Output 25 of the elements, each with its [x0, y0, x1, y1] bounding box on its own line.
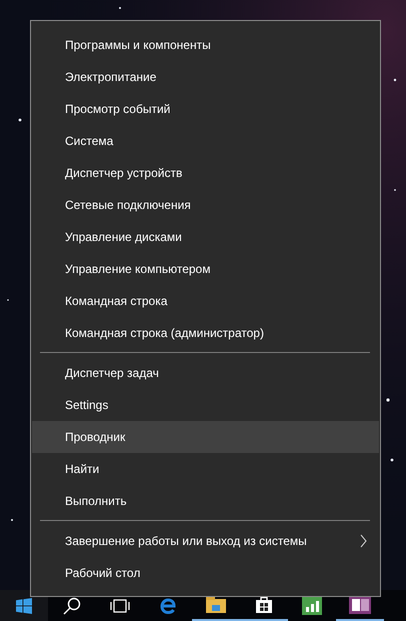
- menu-item[interactable]: Рабочий стол: [32, 557, 379, 589]
- menu-item[interactable]: Командная строка: [32, 285, 379, 317]
- menu-item[interactable]: Электропитание: [32, 61, 379, 93]
- menu-item[interactable]: Выполнить: [32, 485, 379, 517]
- chevron-right-icon: [360, 534, 367, 548]
- menu-item[interactable]: Программы и компоненты: [32, 29, 379, 61]
- menu-item[interactable]: Завершение работы или выход из системы: [32, 525, 379, 557]
- menu-item[interactable]: Диспетчер устройств: [32, 157, 379, 189]
- windows-logo-icon: [16, 598, 32, 614]
- task-view-icon: [110, 598, 130, 614]
- browser-e-icon: [159, 596, 177, 614]
- menu-item[interactable]: Сетевые подключения: [32, 189, 379, 221]
- menu-item[interactable]: Управление компьютером: [32, 253, 379, 285]
- menu-item[interactable]: Управление дисками: [32, 221, 379, 253]
- menu-item[interactable]: Система: [32, 125, 379, 157]
- menu-item[interactable]: Settings: [32, 389, 379, 421]
- menu-item[interactable]: Командная строка (администратор): [32, 317, 379, 349]
- bar-chart-app-icon: [302, 596, 322, 614]
- menu-item[interactable]: Просмотр событий: [32, 93, 379, 125]
- start-button[interactable]: [0, 590, 48, 621]
- menu-item[interactable]: Найти: [32, 453, 379, 485]
- menu-item[interactable]: Диспетчер задач: [32, 357, 379, 389]
- search-icon: [63, 596, 81, 614]
- folder-icon: [205, 596, 227, 614]
- menu-item[interactable]: Проводник: [32, 421, 379, 453]
